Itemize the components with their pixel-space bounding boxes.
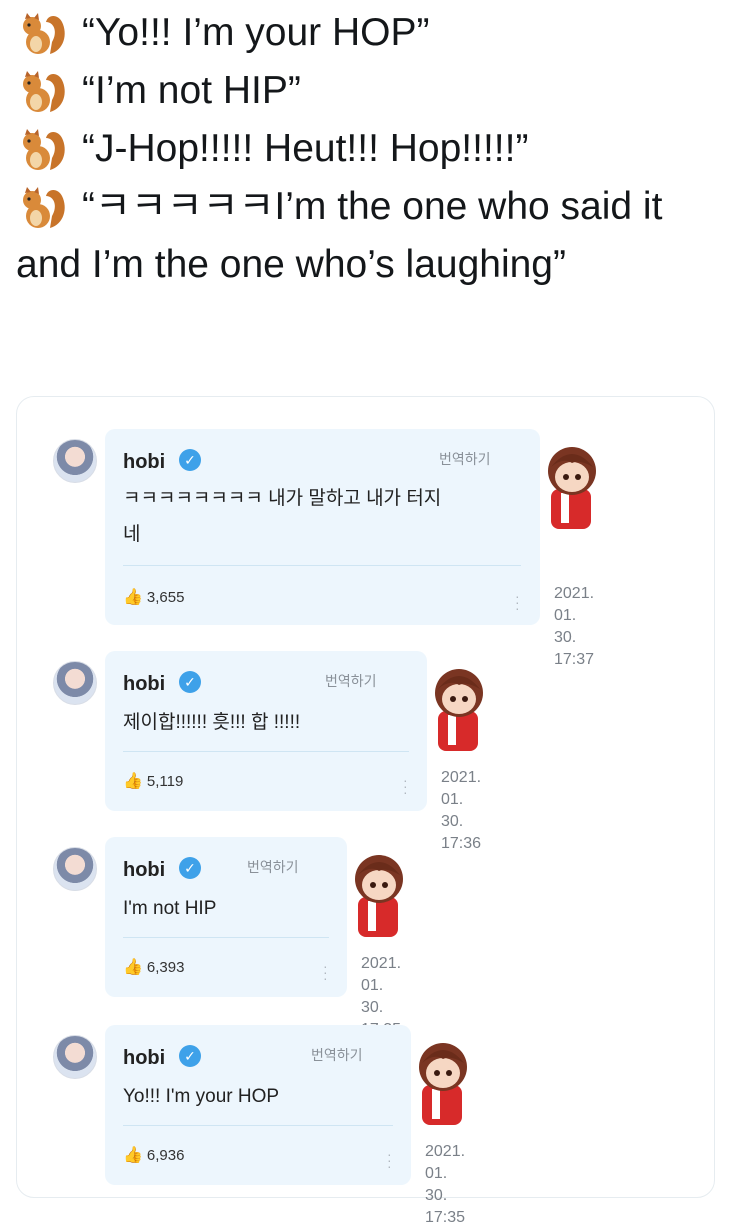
tweet-line: “ㅋㅋㅋㅋㅋI’m the one who said it and I’m th… [16,178,716,294]
comment-timestamp: 2021. 01. 30. 17:37 [554,583,594,671]
comment-timestamp: 2021. 01. 30. 17:35 [425,1141,465,1229]
comment-bubble: hobi ✓ 번역하기 I'm not HIP 👍 6,393 · · · [105,837,347,997]
comment-bubble: hobi ✓ 번역하기 Yo!!! I'm your HOP 👍 6,936 ·… [105,1025,411,1185]
comment-date: 2021. 01. 30. [554,585,595,646]
comment-date: 2021. 01. 30. [425,1143,466,1204]
verified-badge-icon: ✓ [179,449,201,471]
squirrel-icon [16,10,68,58]
verified-badge-icon: ✓ [179,1045,201,1067]
translate-button[interactable]: 번역하기 [247,857,299,877]
avatar[interactable] [53,661,97,705]
like-count-value: 5,119 [146,772,184,790]
tweet-line: “Yo!!! I’m your HOP” [16,4,716,62]
like-count-value: 3,655 [146,588,185,606]
comment-timestamp: 2021. 01. 30. 17:36 [441,767,481,855]
comment-author[interactable]: hobi [123,451,165,474]
squirrel-icon [16,68,68,116]
more-options-icon[interactable]: · · · [403,773,408,799]
comment-bubble: hobi ✓ 번역하기 제이합!!!!!! 흣!!! 합 !!!!! 👍 5,1… [105,651,427,811]
comment-time: 17:36 [441,835,482,852]
character-sticker-icon [426,659,492,751]
comment-bubble: hobi ✓ 번역하기 ㅋㅋㅋㅋㅋㅋㅋㅋ 내가 말하고 내가 터지 네 👍 3,… [105,429,540,625]
comment-text-line: ㅋㅋㅋㅋㅋㅋㅋㅋ 내가 말하고 내가 터지 [123,488,442,509]
character-sticker-icon [346,845,412,937]
comment-divider [123,1125,393,1126]
thumbs-up-icon: 👍 [123,773,143,790]
comment-screenshot-card: hobi ✓ 번역하기 ㅋㅋㅋㅋㅋㅋㅋㅋ 내가 말하고 내가 터지 네 👍 3,… [16,396,715,1226]
comment-text-line: 네 [123,524,141,545]
verified-badge-icon: ✓ [179,857,201,879]
comment-text: I'm not HIP [123,891,333,927]
character-sticker-icon [410,1033,476,1125]
avatar[interactable] [53,847,97,891]
translate-button[interactable]: 번역하기 [325,671,377,691]
comment-text: Yo!!! I'm your HOP [123,1079,403,1115]
character-sticker-icon [539,437,605,529]
like-count-value: 6,393 [146,958,185,976]
comment-date: 2021. 01. 30. [361,955,402,1016]
comment-time: 17:37 [554,651,595,668]
comment-text: ㅋㅋㅋㅋㅋㅋㅋㅋ 내가 말하고 내가 터지 네 [123,481,523,553]
thumbs-up-icon: 👍 [123,959,143,976]
more-options-icon[interactable]: · · · [387,1147,392,1173]
thumbs-up-icon: 👍 [123,1147,143,1164]
squirrel-icon [16,126,68,174]
more-options-icon[interactable]: · · · [515,589,520,615]
tweet-line-text: “ㅋㅋㅋㅋㅋI’m the one who said it and I’m th… [16,185,663,286]
tweet-line: “J-Hop!!!!! Heut!!! Hop!!!!!” [16,120,716,178]
comment-author[interactable]: hobi [123,673,165,696]
translate-button[interactable]: 번역하기 [439,449,491,469]
like-count[interactable]: 👍 6,936 [123,1145,184,1165]
tweet-line-text: “J-Hop!!!!! Heut!!! Hop!!!!!” [82,127,529,170]
like-count[interactable]: 👍 5,119 [123,771,183,791]
comment-text-line: I'm not HIP [123,898,217,919]
verified-badge-icon: ✓ [179,671,201,693]
avatar[interactable] [53,439,97,483]
squirrel-icon [16,184,68,232]
like-count-value: 6,936 [146,1146,185,1164]
avatar[interactable] [53,1035,97,1079]
translate-button[interactable]: 번역하기 [311,1045,363,1065]
tweet-line-text: “Yo!!! I’m your HOP” [82,11,430,54]
thumbs-up-icon: 👍 [123,589,143,606]
comment-author[interactable]: hobi [123,859,165,882]
tweet-line: “I’m not HIP” [16,62,716,120]
tweet-text: “Yo!!! I’m your HOP” “I’m not HIP” “J-Ho… [16,4,716,294]
like-count[interactable]: 👍 3,655 [123,587,184,607]
like-count[interactable]: 👍 6,393 [123,957,184,977]
comment-time: 17:35 [425,1209,466,1226]
more-options-icon[interactable]: · · · [323,959,328,985]
comment-divider [123,751,409,752]
tweet-line-text: “I’m not HIP” [82,69,301,112]
comment-text: 제이합!!!!!! 흣!!! 합 !!!!! [123,705,413,741]
comment-author[interactable]: hobi [123,1047,165,1070]
comment-date: 2021. 01. 30. [441,769,482,830]
comment-text-line: 제이합!!!!!! 흣!!! 합 !!!!! [123,712,301,733]
comment-divider [123,565,521,566]
comment-divider [123,937,329,938]
comment-text-line: Yo!!! I'm your HOP [123,1086,280,1107]
